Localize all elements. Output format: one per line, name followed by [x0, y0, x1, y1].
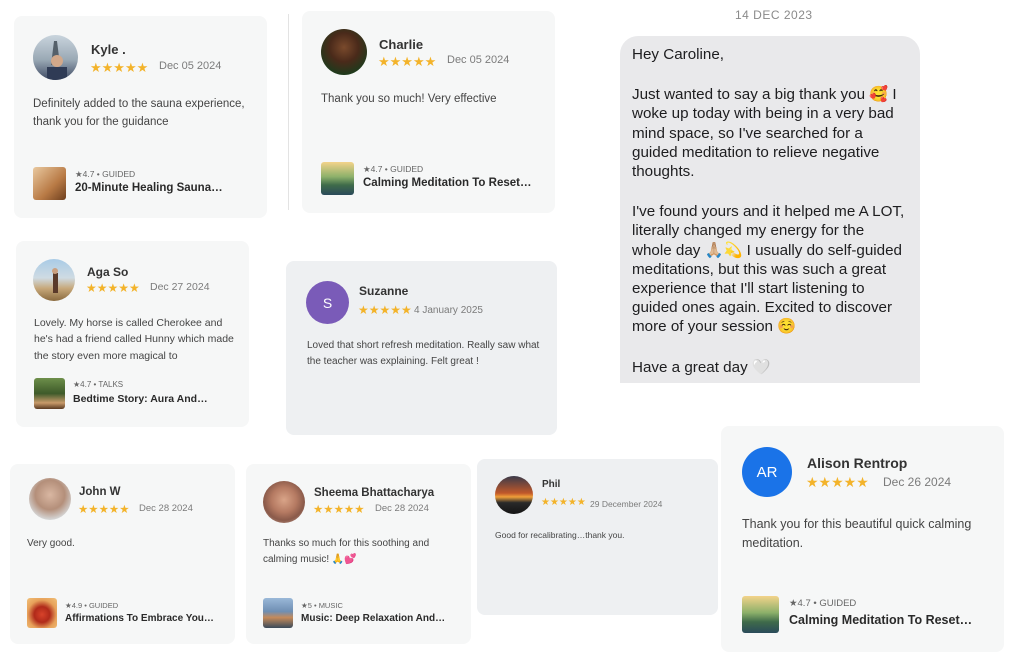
avatar — [29, 478, 71, 520]
review-card-aga-so: Aga So ★★★★★ Dec 27 2024 Lovely. My hors… — [16, 241, 249, 427]
track-meta: ★4.9 • GUIDED — [65, 601, 119, 610]
review-date: Dec 28 2024 — [375, 503, 429, 514]
track-meta: ★4.7 • GUIDED — [363, 164, 424, 174]
review-card-suzanne: S Suzanne ★★★★★ 4 January 2025 Loved tha… — [286, 261, 557, 435]
review-date: Dec 27 2024 — [150, 281, 210, 293]
rating-stars: ★★★★★ — [313, 504, 365, 516]
rating-stars: ★★★★★ — [541, 497, 586, 508]
track-thumbnail[interactable] — [263, 598, 293, 628]
reviewer-name: John W — [79, 486, 121, 498]
review-date: Dec 05 2024 — [159, 60, 222, 72]
review-date: Dec 05 2024 — [447, 54, 510, 66]
reviewer-name: Sheema Bhattacharya — [314, 487, 435, 499]
review-date: Dec 28 2024 — [139, 503, 193, 514]
divider — [288, 14, 289, 210]
avatar: AR — [742, 447, 792, 497]
review-text: Lovely. My horse is called Cherokee and … — [34, 317, 234, 362]
message-paragraph: I've found yours and it helped me A LOT,… — [632, 203, 905, 336]
review-text: Thanks so much for this soothing and cal… — [263, 538, 430, 565]
review-card-sheema: Sheema Bhattacharya ★★★★★ Dec 28 2024 Th… — [246, 464, 471, 644]
review-text: Thank you for this beautiful quick calmi… — [742, 517, 972, 551]
track-thumbnail[interactable] — [742, 596, 779, 633]
track-title[interactable]: 20-Minute Healing Sauna… — [75, 182, 225, 194]
avatar — [263, 481, 305, 523]
reviewer-name: Alison Rentrop — [807, 455, 908, 471]
track-meta: ★5 • MUSIC — [301, 601, 343, 610]
reviewer-name: Aga So — [87, 265, 129, 279]
review-card-charlie: Charlie ★★★★★ Dec 05 2024 Thank you so m… — [302, 11, 555, 213]
review-card-john-w: John W ★★★★★ Dec 28 2024 Very good. ★4.9… — [10, 464, 235, 644]
rating-stars: ★★★★★ — [86, 281, 140, 295]
track-meta: ★4.7 • TALKS — [73, 380, 124, 389]
review-text: Good for recalibrating…thank you. — [495, 530, 625, 540]
review-text: Thank you so much! Very effective — [321, 93, 497, 105]
track-thumbnail[interactable] — [34, 378, 65, 409]
message-paragraph: Have a great day 🤍 — [632, 358, 771, 376]
reviewer-name: Phil — [542, 479, 561, 490]
reviewer-name: Charlie — [379, 37, 424, 52]
track-thumbnail[interactable] — [33, 167, 66, 200]
review-date: 4 January 2025 — [414, 305, 483, 316]
rating-stars: ★★★★★ — [78, 504, 130, 516]
avatar: S — [306, 281, 349, 324]
review-date: 29 December 2024 — [590, 499, 663, 509]
avatar — [33, 35, 78, 80]
track-thumbnail[interactable] — [321, 162, 354, 195]
review-card-kyle: Kyle . ★★★★★ Dec 05 2024 Definitely adde… — [14, 16, 267, 218]
review-text: Definitely added to the sauna experience… — [33, 98, 245, 128]
message-paragraph: Hey Caroline, — [632, 46, 725, 63]
track-thumbnail[interactable] — [27, 598, 57, 628]
review-card-phil: Phil ★★★★★ 29 December 2024 Good for rec… — [477, 459, 718, 615]
track-title[interactable]: Calming Meditation To Reset… — [789, 613, 989, 627]
review-card-alison-rentrop: AR Alison Rentrop ★★★★★ Dec 26 2024 Than… — [721, 426, 1004, 652]
track-title[interactable]: Bedtime Story: Aura And… — [73, 393, 223, 405]
rating-stars: ★★★★★ — [806, 474, 869, 490]
track-title[interactable]: Affirmations To Embrace Your… — [65, 613, 215, 624]
track-meta: ★4.7 • GUIDED — [789, 598, 857, 609]
track-meta: ★4.7 • GUIDED — [75, 169, 136, 179]
rating-stars: ★★★★★ — [358, 303, 412, 317]
review-date: Dec 26 2024 — [883, 475, 952, 489]
message-paragraph: Just wanted to say a big thank you 🥰 I w… — [632, 86, 897, 181]
avatar — [33, 259, 75, 301]
reviewer-name: Suzanne — [359, 284, 409, 298]
avatar — [321, 29, 367, 75]
rating-stars: ★★★★★ — [90, 60, 149, 75]
review-text: Very good. — [27, 538, 75, 549]
message-date: 14 DEC 2023 — [735, 8, 813, 22]
message-bubble: Hey Caroline, Just wanted to say a big t… — [620, 36, 920, 383]
reviewer-name: Kyle . — [91, 42, 126, 57]
rating-stars: ★★★★★ — [378, 54, 437, 69]
track-title[interactable]: Music: Deep Relaxation And… — [301, 613, 451, 624]
review-text: Loved that short refresh meditation. Rea… — [307, 340, 540, 367]
avatar — [495, 476, 533, 514]
track-title[interactable]: Calming Meditation To Reset… — [363, 177, 533, 189]
